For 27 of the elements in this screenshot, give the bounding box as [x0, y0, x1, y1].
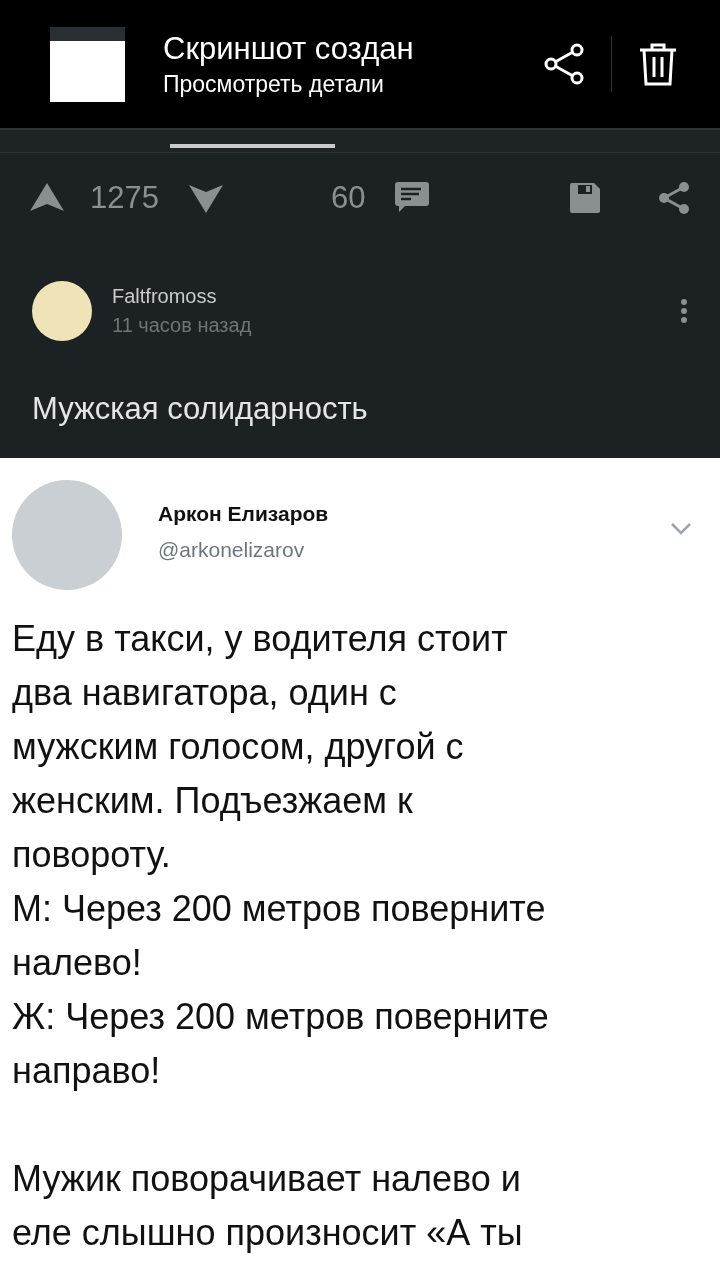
- post-time: 11 часов назад: [112, 314, 253, 337]
- tweet-author-name: Аркон Елизаров: [158, 502, 330, 526]
- more-icon[interactable]: [680, 298, 688, 324]
- chevron-down-icon: [670, 522, 692, 536]
- tweet-text-line: Мужик поворачивает налево и: [12, 1157, 522, 1201]
- tweet-text-line: направо!: [12, 1049, 162, 1093]
- post-title: Мужская солидарность: [32, 391, 369, 427]
- tweet-text-line: женским. Подъезжаем к: [12, 779, 414, 823]
- tweet-text-line: мужским голосом, другой с: [12, 725, 465, 769]
- author-name[interactable]: Faltfromoss: [112, 285, 680, 308]
- downvote-icon[interactable]: [188, 183, 223, 213]
- tweet-text-line: еле слышно произносит «А ты: [12, 1211, 524, 1255]
- tweet-text-line: М: Через 200 метров поверните: [12, 887, 547, 931]
- rating-count: 1275: [90, 180, 159, 216]
- tweet-text-line: повороту.: [12, 833, 172, 877]
- notification-title: Скриншот создан: [163, 30, 415, 67]
- screenshot-thumbnail[interactable]: [50, 26, 125, 102]
- comment-icon[interactable]: [395, 182, 430, 214]
- upvote-icon[interactable]: [30, 183, 64, 213]
- tweet-handle: @arkonelizarov: [158, 538, 306, 562]
- tweet-text-line: два навигатора, один с: [12, 671, 398, 715]
- tweet-text-line: Ж: Через 200 метров поверните: [12, 995, 550, 1039]
- comment-count: 60: [330, 180, 366, 216]
- tweet-text-line: Еду в такси, у водителя стоит: [12, 617, 509, 661]
- tweet-text-line: налево!: [12, 941, 143, 985]
- avatar[interactable]: [32, 281, 92, 341]
- notification-subtitle[interactable]: Просмотреть детали: [163, 70, 543, 98]
